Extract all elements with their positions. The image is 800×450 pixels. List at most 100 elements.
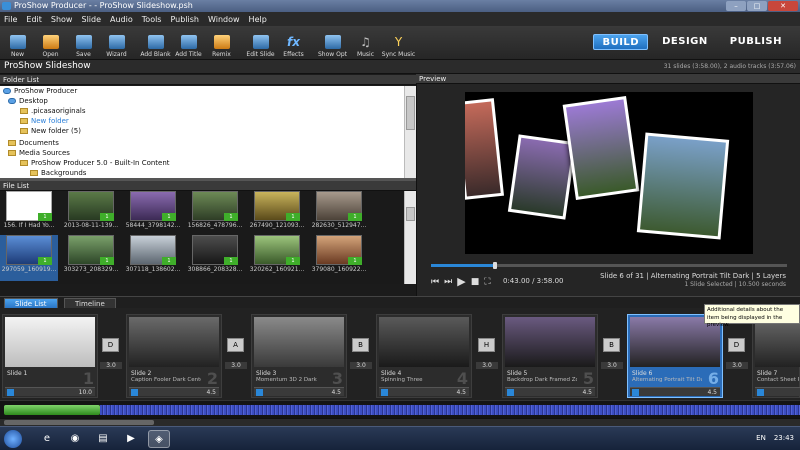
folder-item[interactable]: Desktop xyxy=(8,96,48,106)
menu-edit[interactable]: Edit xyxy=(26,15,42,24)
slide-lock-icon[interactable] xyxy=(507,389,514,396)
music-button[interactable]: ♫ Music xyxy=(350,28,381,58)
build-mode-button[interactable]: BUILD xyxy=(593,34,649,50)
menu-window[interactable]: Window xyxy=(208,15,240,24)
folder-list-scrollbar[interactable] xyxy=(404,86,416,178)
save-button[interactable]: Save xyxy=(68,28,99,58)
scrollbar-thumb[interactable] xyxy=(4,420,154,425)
transition-duration[interactable]: 3.0 xyxy=(476,362,498,369)
language-indicator[interactable]: EN xyxy=(756,434,766,442)
transition[interactable]: B 3.0 xyxy=(350,338,372,382)
play-icon[interactable]: ▶ xyxy=(457,275,465,288)
file-item[interactable]: 1 58444_3798142... xyxy=(124,191,182,235)
design-mode-button[interactable]: DESIGN xyxy=(654,34,716,50)
slide-lock-icon[interactable] xyxy=(7,389,14,396)
audio-clip-2[interactable] xyxy=(100,405,800,415)
remix-button[interactable]: Remix xyxy=(206,28,237,58)
file-item[interactable]: 1 320262_160921... xyxy=(248,235,306,279)
folder-item[interactable]: Media Sources xyxy=(8,148,70,158)
transition[interactable]: D 3.0 xyxy=(100,338,122,382)
sync-music-button[interactable]: Y Sync Music xyxy=(382,28,415,58)
skip-forward-icon[interactable]: ⏭ xyxy=(444,277,452,287)
slide-duration[interactable]: 4.5 xyxy=(707,389,717,396)
add-blank-button[interactable]: Add Blank xyxy=(140,28,171,58)
file-item[interactable]: 1 267490_121093... xyxy=(248,191,306,235)
transition-duration[interactable]: 3.0 xyxy=(726,362,748,369)
slide-lock-icon[interactable] xyxy=(256,389,263,396)
new-button[interactable]: New xyxy=(2,28,33,58)
clock[interactable]: 23:43 xyxy=(774,434,794,442)
file-item[interactable]: 1 379080_160922... xyxy=(310,235,368,279)
file-list-scrollbar[interactable] xyxy=(404,191,416,284)
file-item[interactable]: 1 303273_208329... xyxy=(62,235,120,279)
publish-mode-button[interactable]: PUBLISH xyxy=(722,34,790,50)
slide-card[interactable]: Slide 3 Momentum 3D 2 Dark 3 4.5 xyxy=(251,314,347,398)
effects-button[interactable]: fx Effects xyxy=(278,28,309,58)
menu-slide[interactable]: Slide xyxy=(81,15,101,24)
audio-clip-1[interactable] xyxy=(4,405,100,415)
slide-duration[interactable]: 4.5 xyxy=(456,389,466,396)
folder-tree[interactable]: ProShow Producer Desktop .picasaoriginal… xyxy=(0,86,404,178)
folder-item[interactable]: ProShow Producer 5.0 - Built-In Content xyxy=(20,158,170,168)
menu-show[interactable]: Show xyxy=(51,15,73,24)
add-title-button[interactable]: Add Title xyxy=(173,28,204,58)
file-item[interactable]: 1 2013-08-11-139... xyxy=(62,191,120,235)
slide-duration[interactable]: 4.5 xyxy=(331,389,341,396)
slide-lock-icon[interactable] xyxy=(381,389,388,396)
slide-lock-icon[interactable] xyxy=(757,389,764,396)
show-options-button[interactable]: Show Opt xyxy=(317,28,348,58)
slide-lock-icon[interactable] xyxy=(131,389,138,396)
transition-duration[interactable]: 3.0 xyxy=(350,362,372,369)
wizard-button[interactable]: Wizard xyxy=(101,28,132,58)
file-item[interactable]: 1 297059_160919... xyxy=(0,235,58,281)
file-item[interactable]: 1 308866_208328... xyxy=(186,235,244,279)
folder-item[interactable]: New folder (5) xyxy=(20,126,81,136)
menu-tools[interactable]: Tools xyxy=(142,15,162,24)
slide-card[interactable]: Slide 7 Contact Sheet P... xyxy=(752,314,800,398)
preview-stage[interactable] xyxy=(465,92,753,254)
scrubber-handle[interactable] xyxy=(493,262,498,269)
slide-list-scrollbar[interactable] xyxy=(0,418,800,426)
slide-duration[interactable]: 4.5 xyxy=(582,389,592,396)
edit-slide-button[interactable]: Edit Slide xyxy=(245,28,276,58)
transition[interactable]: A 3.0 xyxy=(225,338,247,382)
close-button[interactable]: ✕ xyxy=(768,1,798,11)
audio-track[interactable] xyxy=(0,400,800,418)
scrollbar-thumb[interactable] xyxy=(406,96,415,130)
menu-publish[interactable]: Publish xyxy=(170,15,199,24)
menu-audio[interactable]: Audio xyxy=(110,15,133,24)
internet-explorer-icon[interactable]: e xyxy=(36,430,58,448)
open-button[interactable]: Open xyxy=(35,28,66,58)
scrollbar-thumb[interactable] xyxy=(406,207,415,221)
stop-icon[interactable]: ■ xyxy=(471,277,480,287)
proshow-taskbar-icon[interactable]: ◈ xyxy=(148,430,170,448)
transition-duration[interactable]: 3.0 xyxy=(225,362,247,369)
preview-scrubber[interactable] xyxy=(431,262,787,269)
transition-duration[interactable]: 3.0 xyxy=(601,362,623,369)
skip-back-icon[interactable]: ⏮ xyxy=(431,277,439,287)
slide-card[interactable]: Slide 5 Backdrop Dark Framed Zoo... 5 4.… xyxy=(502,314,598,398)
transition[interactable]: H 3.0 xyxy=(476,338,498,382)
folder-item[interactable]: New folder xyxy=(20,116,69,126)
file-item[interactable]: 1 156826_478796... xyxy=(186,191,244,235)
start-button-icon[interactable] xyxy=(4,430,22,448)
maximize-button[interactable]: □ xyxy=(747,1,767,11)
slide-lock-icon[interactable] xyxy=(632,389,639,396)
folder-item[interactable]: .picasaoriginals xyxy=(20,106,86,116)
file-item[interactable]: 1 282630_512947... xyxy=(310,191,368,235)
fullscreen-icon[interactable]: ⛶ xyxy=(484,277,490,287)
transition-duration[interactable]: 3.0 xyxy=(100,362,122,369)
file-item[interactable]: 1 156. If I Had Yo... xyxy=(0,191,58,235)
menu-help[interactable]: Help xyxy=(249,15,267,24)
folder-item[interactable]: Backgrounds xyxy=(30,168,86,178)
chrome-icon[interactable]: ◉ xyxy=(64,430,86,448)
minimize-button[interactable]: – xyxy=(726,1,746,11)
slide-card[interactable]: Slide 1 1 10.0 xyxy=(2,314,98,398)
slide-duration[interactable]: 4.5 xyxy=(206,389,216,396)
transition[interactable]: D 3.0 xyxy=(726,338,748,382)
transition[interactable]: B 3.0 xyxy=(601,338,623,382)
folder-item[interactable]: Documents xyxy=(8,138,59,148)
slide-card[interactable]: Slide 2 Caption Fooler Dark Center 1 2 4… xyxy=(126,314,222,398)
folder-item[interactable]: ProShow Producer xyxy=(3,86,77,96)
media-icon[interactable]: ▶ xyxy=(120,430,142,448)
